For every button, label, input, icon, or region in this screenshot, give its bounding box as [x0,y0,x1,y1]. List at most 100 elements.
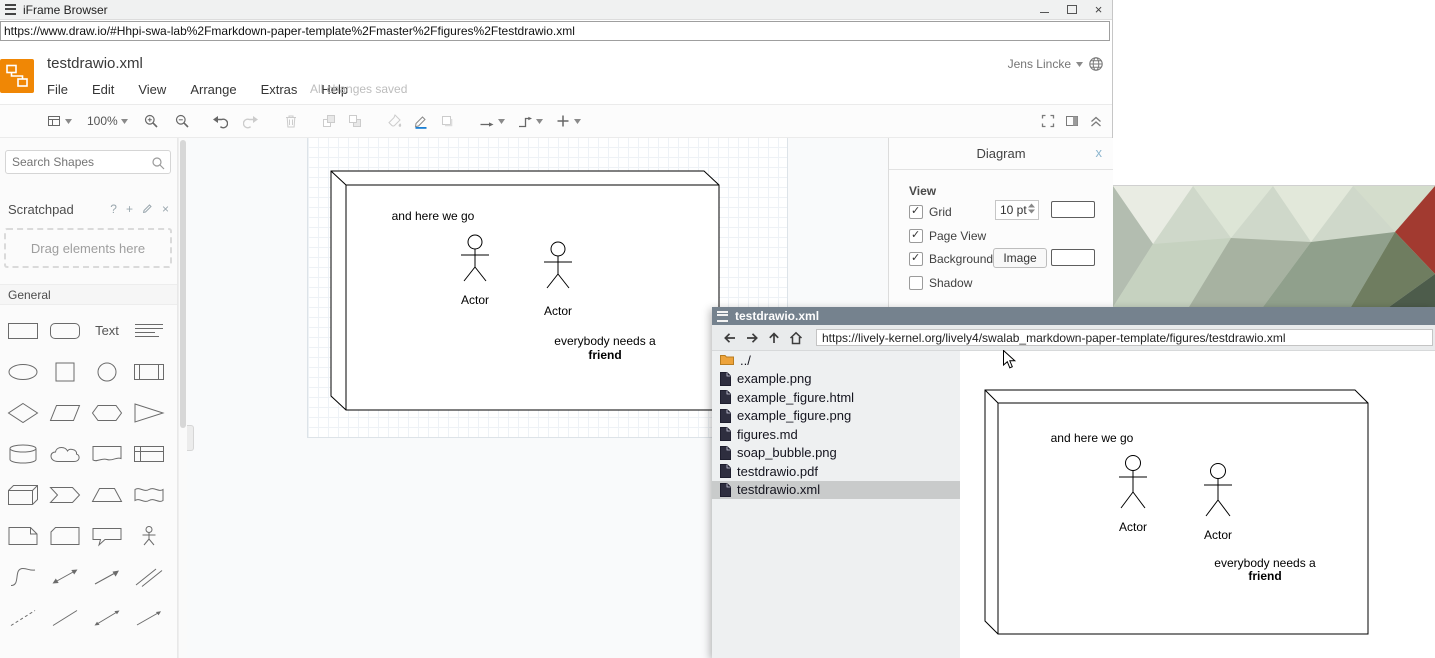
scratchpad-edit-button[interactable] [142,202,153,216]
file-..-[interactable]: ../ [712,351,960,370]
grid-checkbox[interactable] [909,205,923,219]
to-front-button[interactable] [321,113,337,129]
menu-arrange[interactable]: Arrange [190,82,236,97]
menu-edit[interactable]: Edit [92,82,114,97]
grid-size-stepper[interactable]: 10 pt [995,200,1039,220]
shape-actor[interactable] [128,515,170,556]
shape-cloud[interactable] [44,433,86,474]
shape-curve[interactable] [2,556,44,597]
delete-button[interactable] [283,113,299,129]
shape-line[interactable] [44,597,86,638]
shape-internal-storage[interactable] [128,433,170,474]
shape-process[interactable] [128,351,170,392]
shape-document[interactable] [86,433,128,474]
shape-cylinder[interactable] [2,433,44,474]
shadow-button[interactable] [439,113,455,129]
fill-color-button[interactable] [387,113,403,129]
sidebar-collapse-handle[interactable] [187,425,194,451]
shape-directional-connector[interactable] [128,597,170,638]
caption-line2[interactable]: friend [588,348,621,362]
file-soap-bubble.png[interactable]: soap_bubble.png [712,444,960,463]
shape-bidirectional-connector[interactable] [86,597,128,638]
search-input[interactable] [6,151,152,172]
file-browser-address-bar[interactable] [816,329,1433,346]
up-button[interactable] [764,328,784,348]
back-button[interactable] [720,328,740,348]
shape-tape[interactable] [128,474,170,515]
grid-color-swatch[interactable] [1051,201,1095,218]
shape-triangle[interactable] [128,392,170,433]
shape-step[interactable] [44,474,86,515]
shape-rounded-rectangle[interactable] [44,310,86,351]
format-panel-toggle-button[interactable] [1064,113,1080,129]
line-color-button[interactable] [413,113,429,129]
file-example-figure.html[interactable]: example_figure.html [712,388,960,407]
file-example.png[interactable]: example.png [712,370,960,389]
shape-textbox[interactable] [128,310,170,351]
hamburger-icon[interactable] [717,311,728,322]
shape-note[interactable] [2,515,44,556]
page-view-selector-button[interactable] [46,113,72,129]
undo-button[interactable] [212,113,228,129]
user-menu[interactable]: Jens Lincke [1008,56,1104,72]
minimize-button[interactable] [1031,0,1058,19]
scratchpad-help-button[interactable]: ? [110,202,117,216]
background-image-button[interactable]: Image [993,248,1047,268]
to-back-button[interactable] [347,113,363,129]
globe-icon[interactable] [1088,56,1104,72]
shape-text[interactable]: Text [86,310,128,351]
shape-parallelogram[interactable] [44,392,86,433]
fullscreen-button[interactable] [1040,113,1056,129]
window-titlebar[interactable]: iFrame Browser × [0,0,1112,20]
shape-card[interactable] [44,515,86,556]
home-button[interactable] [786,328,806,348]
file-browser-titlebar[interactable]: testdrawio.xml [712,307,1435,325]
shape-arrow[interactable] [86,556,128,597]
shape-square[interactable] [44,351,86,392]
background-color-swatch[interactable] [1051,249,1095,266]
shape-cube[interactable] [2,474,44,515]
cube-shape[interactable] [331,171,719,410]
shape-link[interactable] [128,556,170,597]
shape-circle[interactable] [86,351,128,392]
stepper-arrows-icon[interactable] [1028,203,1038,218]
format-panel-close-button[interactable]: x [1096,145,1103,160]
caption-line1[interactable]: everybody needs a [554,334,656,348]
page-view-checkbox[interactable] [909,229,923,243]
menu-extras[interactable]: Extras [261,82,298,97]
shape-callout[interactable] [86,515,128,556]
maximize-button[interactable] [1058,0,1085,19]
sidebar-scrollbar-thumb[interactable] [180,140,186,428]
file-testdrawio.pdf[interactable]: testdrawio.pdf [712,462,960,481]
shape-dashed-line[interactable] [2,597,44,638]
waypoints-button[interactable] [517,113,543,129]
shape-diamond[interactable] [2,392,44,433]
zoom-out-button[interactable] [174,113,190,129]
menu-view[interactable]: View [138,82,166,97]
shape-rectangle[interactable] [2,310,44,351]
search-icon[interactable] [151,156,165,173]
shape-ellipse[interactable] [2,351,44,392]
file-example-figure.png[interactable]: example_figure.png [712,407,960,426]
shape-bidirectional-arrow[interactable] [44,556,86,597]
background-checkbox[interactable] [909,252,923,266]
file-figures.md[interactable]: figures.md [712,425,960,444]
collapse-toolbar-button[interactable] [1088,113,1104,129]
insert-button[interactable] [555,113,581,129]
zoom-in-button[interactable] [143,113,159,129]
shadow-checkbox[interactable] [909,276,923,290]
scratchpad-add-button[interactable]: + [126,202,133,216]
shape-hexagon[interactable] [86,392,128,433]
menu-file[interactable]: File [47,82,68,97]
section-general[interactable]: General [0,284,177,305]
scratchpad-drop-zone[interactable]: Drag elements here [4,228,172,268]
note-label[interactable]: and here we go [392,209,475,223]
zoom-level-button[interactable]: 100% [87,114,128,128]
actor1-label[interactable]: Actor [461,293,489,307]
scratchpad-close-button[interactable]: × [162,202,169,216]
actor2-label[interactable]: Actor [544,304,572,318]
connection-button[interactable] [479,113,505,129]
address-bar[interactable] [0,21,1110,41]
forward-button[interactable] [742,328,762,348]
close-button[interactable]: × [1085,0,1112,19]
